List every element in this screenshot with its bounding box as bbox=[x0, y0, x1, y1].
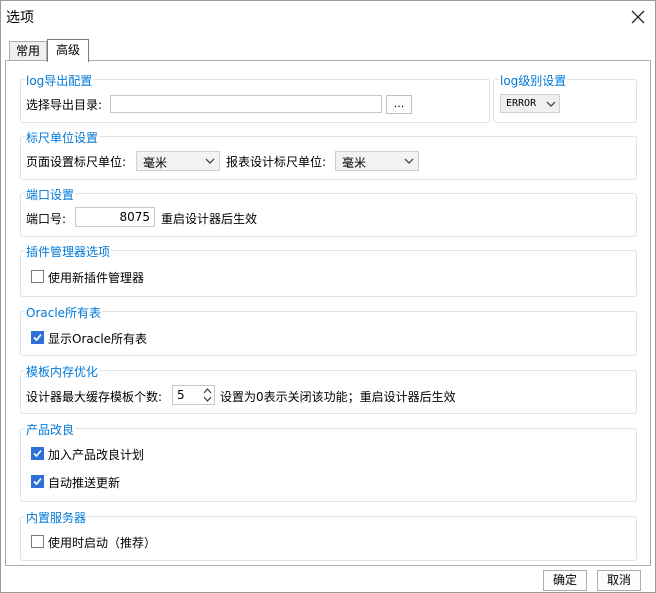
template-count-value: 5 bbox=[177, 388, 185, 402]
improvement-plan-checkbox[interactable] bbox=[31, 447, 44, 460]
chevron-down-icon bbox=[205, 158, 215, 164]
report-ruler-select[interactable]: 毫米 bbox=[335, 151, 419, 171]
plugin-checkbox-label: 使用新插件管理器 bbox=[48, 271, 145, 285]
auto-update-checkbox[interactable] bbox=[31, 475, 44, 488]
oracle-title: Oracle所有表 bbox=[25, 304, 103, 321]
improvement-plan-label: 加入产品改良计划 bbox=[48, 448, 145, 462]
page-ruler-label: 页面设置标尺单位: bbox=[26, 155, 127, 169]
server-title: 内置服务器 bbox=[25, 509, 88, 526]
plugin-checkbox[interactable] bbox=[31, 270, 44, 283]
chevron-down-icon bbox=[546, 101, 556, 107]
port-hint: 重启设计器后生效 bbox=[161, 212, 258, 226]
ok-button[interactable]: 确定 bbox=[543, 570, 587, 591]
browse-button[interactable]: ... bbox=[386, 95, 412, 114]
template-mem-label: 设计器最大缓存模板个数: bbox=[26, 390, 163, 404]
export-dir-label: 选择导出目录: bbox=[26, 98, 103, 112]
close-icon[interactable] bbox=[631, 5, 645, 30]
port-label: 端口号: bbox=[26, 212, 67, 226]
stepper-up-icon[interactable] bbox=[201, 386, 214, 395]
template-count-stepper[interactable]: 5 bbox=[172, 385, 215, 405]
tab-general[interactable]: 常用 bbox=[9, 41, 47, 61]
check-icon bbox=[33, 333, 42, 342]
report-ruler-label: 报表设计标尺单位: bbox=[226, 155, 327, 169]
port-title: 端口设置 bbox=[25, 186, 76, 203]
page-ruler-select[interactable]: 毫米 bbox=[136, 151, 220, 171]
product-title: 产品改良 bbox=[25, 421, 76, 438]
stepper-down-icon[interactable] bbox=[201, 395, 214, 404]
port-input[interactable]: 8075 bbox=[75, 207, 155, 227]
check-icon bbox=[33, 477, 42, 486]
log-export-title: log导出配置 bbox=[25, 72, 94, 89]
log-level-select[interactable]: ERROR bbox=[500, 94, 560, 113]
log-level-title: log级别设置 bbox=[499, 72, 568, 89]
server-checkbox-label: 使用时启动（推荐） bbox=[48, 536, 157, 550]
report-ruler-value: 毫米 bbox=[342, 156, 367, 170]
log-level-value: ERROR bbox=[506, 98, 537, 109]
plugin-title: 插件管理器选项 bbox=[25, 243, 112, 260]
auto-update-label: 自动推送更新 bbox=[48, 476, 121, 490]
server-checkbox[interactable] bbox=[31, 535, 44, 548]
oracle-checkbox-label: 显示Oracle所有表 bbox=[48, 332, 148, 346]
dialog-title: 选项 bbox=[6, 10, 34, 26]
advanced-panel: log导出配置 选择导出目录: ... log级别设置 ERROR 标尺单位设置… bbox=[5, 60, 651, 566]
tab-advanced[interactable]: 高级 bbox=[47, 39, 89, 62]
chevron-down-icon bbox=[404, 158, 414, 164]
template-mem-hint: 设置为0表示关闭该功能；重启设计器后生效 bbox=[220, 390, 456, 404]
ruler-title: 标尺单位设置 bbox=[25, 129, 100, 146]
options-dialog: 选项 常用 高级 log导出配置 选择导出目录: ... log级别设置 ERR… bbox=[0, 0, 656, 593]
cancel-button[interactable]: 取消 bbox=[597, 570, 641, 591]
title-bar: 选项 bbox=[1, 1, 655, 33]
export-dir-input[interactable] bbox=[110, 95, 382, 113]
template-mem-title: 模板内存优化 bbox=[25, 363, 100, 380]
oracle-checkbox[interactable] bbox=[31, 331, 44, 344]
page-ruler-value: 毫米 bbox=[143, 156, 168, 170]
check-icon bbox=[33, 449, 42, 458]
